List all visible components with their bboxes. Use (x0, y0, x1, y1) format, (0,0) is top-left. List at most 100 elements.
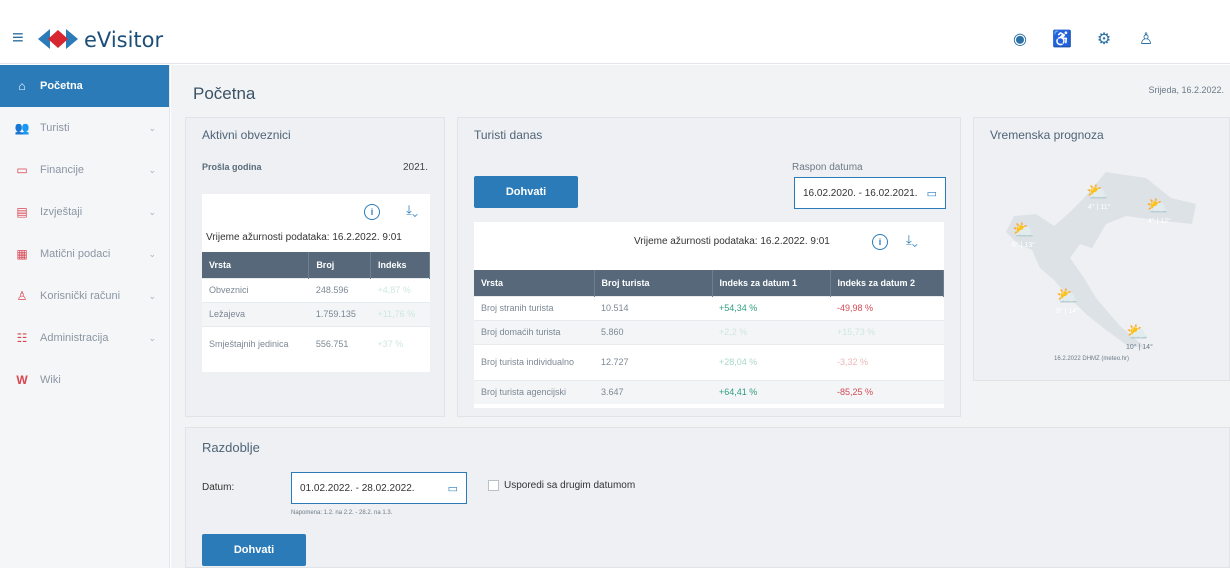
card-aktivni-obveznici: Aktivni obveznici Prošla godina 2021. i … (185, 117, 445, 417)
info-icon[interactable]: i (364, 204, 380, 220)
cell-vrsta: Obveznici (202, 277, 309, 302)
chevron-down-icon: ⌄ (148, 122, 156, 133)
cell-vrsta: Broj stranih turista (474, 295, 594, 320)
temp-label: 6° | 13° (1012, 242, 1035, 249)
sidebar-item-pocetna[interactable]: ⌂ Početna (0, 65, 169, 107)
cell-indeks-2: +15,73 % (830, 319, 944, 344)
sidebar-item-financije[interactable]: ▭ Financije ⌄ (0, 149, 169, 191)
table-row: Obveznici 248.596 +4,87 % (202, 277, 430, 302)
evisitor-logo (38, 29, 78, 49)
cell-broj: 3.647 (594, 379, 712, 404)
temp-label: 9° | 14° (1056, 308, 1079, 315)
info-icon[interactable]: i (872, 234, 888, 250)
settings-icon[interactable]: ⚙ (1094, 28, 1114, 50)
card-razdoblje: Razdoblje Datum: 01.02.2022. - 28.02.202… (185, 427, 1230, 568)
accessibility-icon[interactable]: ♿ (1052, 28, 1072, 50)
admin-icon: ☷ (16, 331, 28, 345)
sidebar-item-label: Turisti (40, 122, 70, 134)
datum-hint: Napomena: 1.2. na 2.2. - 28.2. na 1.3. (291, 510, 393, 516)
cell-indeks-2: -49,98 % (830, 295, 944, 320)
datum-input[interactable]: 01.02.2022. - 28.02.2022. ▭ (291, 472, 467, 504)
sidebar-item-administracija[interactable]: ☷ Administracija ⌄ (0, 317, 169, 359)
turisti-panel: Vrijeme ažurnosti podataka: 16.2.2022. 9… (474, 222, 944, 408)
table-row: Broj turista individualno 12.727 +28,04 … (474, 343, 944, 380)
aktivni-panel: i ⤓⌄ Vrijeme ažurnosti podataka: 16.2.20… (202, 194, 430, 372)
document-icon: ▦ (16, 247, 28, 261)
compare-label: Usporedi sa drugim datumom (504, 480, 636, 491)
calendar-icon[interactable]: ▭ (448, 482, 458, 495)
dohvati-button[interactable]: Dohvati (474, 176, 578, 208)
card-title: Vremenska prognoza (990, 128, 1104, 142)
sidebar-item-turisti[interactable]: 👥 Turisti ⌄ (0, 107, 169, 149)
sidebar-item-label: Izvještaji (40, 206, 83, 218)
sidebar-item-maticni-podaci[interactable]: ▦ Matični podaci ⌄ (0, 233, 169, 275)
money-icon: ▭ (16, 163, 28, 177)
chevron-down-icon: ⌄ (148, 164, 156, 175)
chevron-down-icon: ⌄ (148, 248, 156, 259)
column-header: Broj (308, 252, 372, 278)
hamburger-menu-icon[interactable]: ≡ (12, 28, 34, 48)
chevron-down-icon: ⌄ (148, 206, 156, 217)
cell-indeks-2: -3,32 % (830, 343, 944, 380)
year-value: 2021. (402, 162, 428, 173)
column-header: Indeks za datum 1 (712, 270, 831, 296)
user-icon[interactable]: ♙ (1136, 28, 1156, 50)
calendar-icon[interactable]: ▭ (927, 187, 937, 200)
date-range-input[interactable]: 16.02.2020. - 16.02.2021. ▭ (794, 177, 946, 209)
sun-cloud-icon: ⛅ (1086, 182, 1109, 202)
sun-cloud-icon: ⛅ (1056, 286, 1079, 306)
page-title: Početna (193, 84, 256, 103)
datum-label: Datum: (202, 482, 235, 493)
cell-broj: 5.860 (594, 319, 712, 344)
cell-vrsta: Ležajeva (202, 301, 309, 326)
page-date: Srijeda, 16.2.2022. (1148, 85, 1224, 95)
app-brand: eVisitor (84, 28, 164, 52)
temp-label: 4° | 11° (1088, 204, 1111, 211)
cell-indeks: +11,76 % (370, 301, 430, 326)
compare-checkbox[interactable] (488, 480, 499, 491)
cell-broj: 1.759.135 (308, 301, 371, 326)
sidebar-item-label: Wiki (40, 374, 61, 386)
sidebar-item-izvjestaji[interactable]: ▤ Izvještaji ⌄ (0, 191, 169, 233)
sun-cloud-icon: ⛅ (1126, 322, 1149, 342)
cell-indeks-2: -85,25 % (830, 379, 944, 404)
card-title: Turisti danas (474, 128, 543, 142)
cell-broj: 556.751 (308, 325, 371, 362)
column-header: Indeks (370, 252, 430, 278)
cell-indeks-1: +54,34 % (712, 295, 830, 320)
weather-source: 16.2.2022 DHMZ (meteo.hr) (1054, 356, 1130, 362)
card-turisti-danas: Turisti danas Dohvati Raspon datuma 16.0… (457, 117, 961, 417)
chevron-down-icon: ⌄ (148, 290, 156, 301)
cell-vrsta: Broj turista individualno (474, 343, 594, 380)
report-icon: ▤ (16, 205, 28, 219)
main-content: Početna Srijeda, 16.2.2022. Aktivni obve… (171, 65, 1230, 568)
sidebar-item-korisnicki-racuni[interactable]: ♙ Korisnički računi ⌄ (0, 275, 169, 317)
range-label: Raspon datuma (792, 162, 863, 173)
cell-indeks-1: +28,04 % (712, 343, 830, 380)
update-time: Vrijeme ažurnosti podataka: 16.2.2022. 9… (634, 236, 830, 247)
date-range-value: 16.02.2020. - 16.02.2021. (803, 187, 918, 199)
home-icon: ⌂ (18, 79, 26, 93)
table-row: Smještajnih jedinica 556.751 +37 % (202, 325, 430, 362)
aktivni-table: Vrsta Broj Indeks Obveznici 248.596 +4,8… (202, 252, 430, 362)
cell-broj: 248.596 (308, 277, 371, 302)
cell-indeks: +4,87 % (370, 277, 430, 302)
globe-icon[interactable]: ◉ (1010, 28, 1030, 50)
column-header: Indeks za datum 2 (830, 270, 944, 296)
download-icon[interactable]: ⤓⌄ (906, 232, 918, 248)
cell-indeks-1: +2,2 % (712, 319, 830, 344)
sidebar-item-label: Matični podaci (40, 248, 111, 260)
chevron-down-icon: ⌄ (148, 332, 156, 343)
sidebar-item-label: Financije (40, 164, 85, 176)
dohvati-button[interactable]: Dohvati (202, 534, 306, 566)
cell-indeks: +37 % (370, 325, 430, 362)
year-label: Prošla godina (202, 162, 262, 172)
cell-vrsta: Smještajnih jedinica (202, 325, 309, 362)
column-header: Vrsta (202, 252, 310, 278)
sidebar-item-wiki[interactable]: W Wiki (0, 359, 169, 401)
download-icon[interactable]: ⤓⌄ (406, 202, 418, 218)
cell-broj: 12.727 (594, 343, 712, 380)
sidebar-item-label: Korisnički računi (40, 290, 121, 302)
table-row: Broj turista agencijski 3.647 +64,41 % -… (474, 379, 944, 404)
table-row: Ležajeva 1.759.135 +11,76 % (202, 301, 430, 326)
